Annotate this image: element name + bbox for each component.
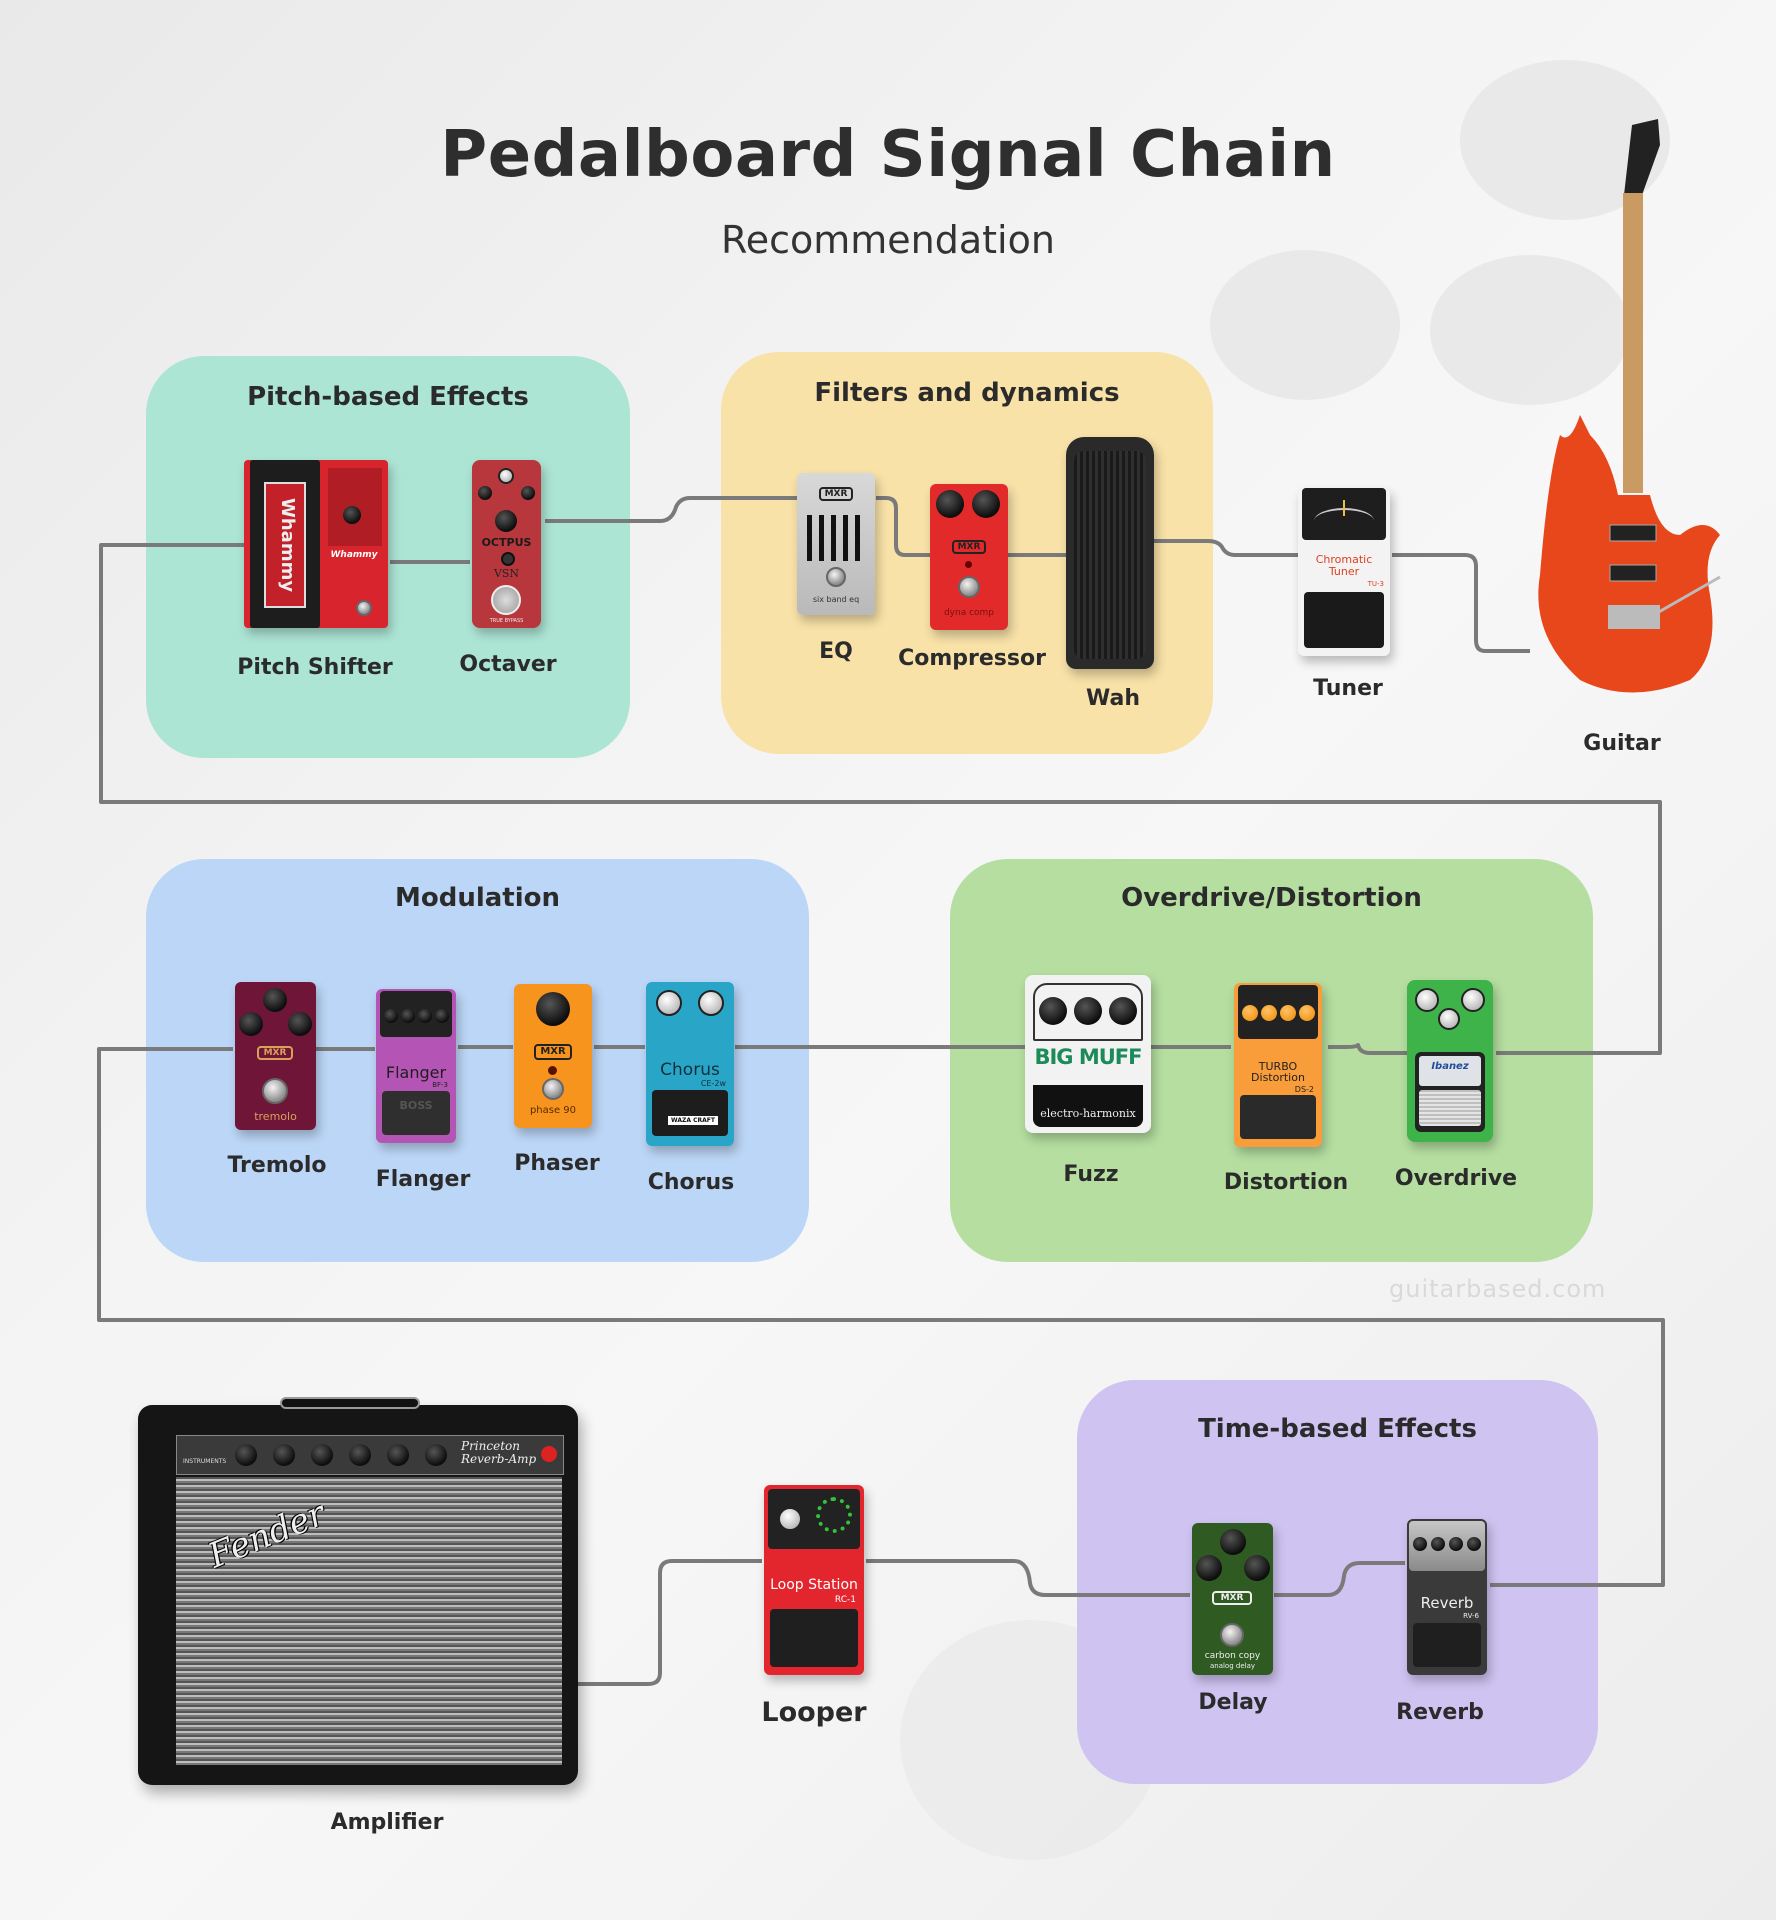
fuzz-model: BIG MUFF: [1034, 1045, 1142, 1069]
group-pitch-based-effects: Pitch-based Effects: [146, 356, 630, 758]
label-looper: Looper: [761, 1697, 867, 1728]
group-title: Modulation: [394, 883, 561, 913]
chorus-model: Chorus: [660, 1060, 720, 1080]
compressor-model: dyna comp: [943, 608, 995, 618]
compressor-brand: MXR: [952, 540, 986, 554]
label-overdrive: Overdrive: [1394, 1166, 1518, 1191]
group-title: Overdrive/Distortion: [1121, 883, 1422, 913]
tuner-code: TU-3: [1367, 580, 1384, 588]
chorus-badge: WAZA CRAFT: [668, 1116, 718, 1125]
fuzz-pedal-image[interactable]: BIG MUFF electro-harmonix: [1025, 975, 1151, 1133]
looper-code: RC-1: [834, 1595, 856, 1605]
distortion-code: DS-2: [1294, 1085, 1314, 1094]
background-knob-shape: [1210, 250, 1400, 400]
flanger-code: BF-3: [432, 1081, 448, 1089]
tuner-pedal-image[interactable]: Chromatic Tuner TU-3: [1298, 488, 1390, 656]
guitar-headstock: [1624, 119, 1660, 195]
label-flanger: Flanger: [375, 1167, 471, 1192]
phaser-brand: MXR: [534, 1044, 572, 1060]
guitar-pickup: [1609, 524, 1657, 542]
tremolo-pedal-image[interactable]: MXR tremolo: [235, 982, 316, 1130]
tremolo-brand: MXR: [257, 1046, 293, 1060]
label-guitar: Guitar: [1583, 731, 1661, 756]
phaser-pedal-image[interactable]: MXR phase 90: [514, 984, 592, 1128]
eq-pedal-image[interactable]: MXR six band eq: [797, 473, 875, 615]
label-eq: EQ: [819, 639, 853, 664]
label-octaver: Octaver: [459, 652, 557, 677]
flanger-pedal-image[interactable]: Flanger BF-3 BOSS: [376, 989, 456, 1143]
watermark: guitarbased.com: [1389, 1275, 1607, 1303]
label-tuner: Tuner: [1313, 676, 1383, 701]
octaver-footer: TRUE BYPASS: [489, 618, 524, 624]
flanger-model: Flanger: [385, 1063, 447, 1082]
group-time-based-effects: Time-based Effects: [1077, 1380, 1598, 1784]
tremolo-model: tremolo: [254, 1110, 297, 1123]
wah-pedal-image[interactable]: [1066, 437, 1154, 669]
group-title: Filters and dynamics: [814, 378, 1120, 408]
group-title: Time-based Effects: [1198, 1414, 1477, 1444]
group-title: Pitch-based Effects: [247, 382, 529, 412]
page-subtitle: Recommendation: [721, 218, 1055, 262]
eq-model: six band eq: [812, 595, 860, 604]
whammy-small-logo: Whammy: [330, 550, 378, 560]
phaser-model: phase 90: [529, 1105, 577, 1116]
octaver-sub: VSN: [493, 567, 520, 580]
delay-pedal-image[interactable]: MXR carbon copy analog delay: [1192, 1523, 1273, 1675]
distortion-pedal-image[interactable]: TURBO Distortion DS-2: [1234, 983, 1322, 1147]
amplifier-model: Princeton Reverb-Amp: [461, 1439, 537, 1466]
tuner-model: Chromatic Tuner: [1315, 553, 1373, 578]
overdrive-brand: Ibanez: [1419, 1056, 1481, 1086]
delay-model: carbon copy: [1204, 1651, 1261, 1661]
reverb-pedal-image[interactable]: Reverb RV-6: [1407, 1519, 1487, 1675]
flanger-brand: BOSS: [399, 1099, 433, 1112]
label-tremolo: Tremolo: [227, 1153, 327, 1178]
guitar-pickup: [1609, 564, 1657, 582]
chorus-code: CE-2w: [700, 1079, 726, 1088]
label-chorus: Chorus: [647, 1170, 735, 1195]
label-pitch-shifter: Pitch Shifter: [237, 655, 393, 680]
looper-model: Loop Station: [770, 1577, 858, 1593]
octaver-pedal-image[interactable]: OCTPUS VSN TRUE BYPASS: [472, 460, 541, 628]
label-delay: Delay: [1198, 1690, 1268, 1715]
label-amplifier: Amplifier: [330, 1810, 444, 1835]
label-reverb: Reverb: [1396, 1700, 1484, 1725]
whammy-logo: Whammy: [277, 497, 298, 593]
delay-brand: MXR: [1212, 1591, 1252, 1605]
compressor-pedal-image[interactable]: MXR dyna comp: [930, 484, 1008, 630]
amplifier-image[interactable]: INSTRUMENTS Princeton Reverb-Amp Fender: [130, 1397, 580, 1789]
fuzz-brand: electro-harmonix: [1040, 1107, 1136, 1120]
eq-brand: MXR: [819, 487, 853, 501]
octaver-brand: OCTPUS: [481, 536, 532, 549]
label-phaser: Phaser: [514, 1151, 600, 1176]
looper-pedal-image[interactable]: Loop Station RC-1: [764, 1485, 864, 1675]
distortion-model: TURBO Distortion: [1251, 1060, 1305, 1084]
delay-sub: analog delay: [1209, 1662, 1256, 1670]
label-compressor: Compressor: [898, 646, 1046, 671]
label-fuzz: Fuzz: [1063, 1162, 1119, 1187]
page-title: Pedalboard Signal Chain: [440, 118, 1336, 192]
reverb-code: RV-6: [1463, 1612, 1479, 1620]
label-wah: Wah: [1086, 686, 1140, 711]
label-distortion: Distortion: [1223, 1170, 1349, 1195]
chorus-pedal-image[interactable]: Chorus CE-2w WAZA CRAFT: [646, 982, 734, 1146]
overdrive-pedal-image[interactable]: Ibanez: [1407, 980, 1493, 1142]
reverb-model: Reverb: [1420, 1594, 1474, 1612]
guitar-image[interactable]: [1520, 115, 1730, 715]
guitar-neck: [1623, 193, 1643, 493]
whammy-pedal-image[interactable]: Whammy Whammy: [244, 460, 388, 628]
